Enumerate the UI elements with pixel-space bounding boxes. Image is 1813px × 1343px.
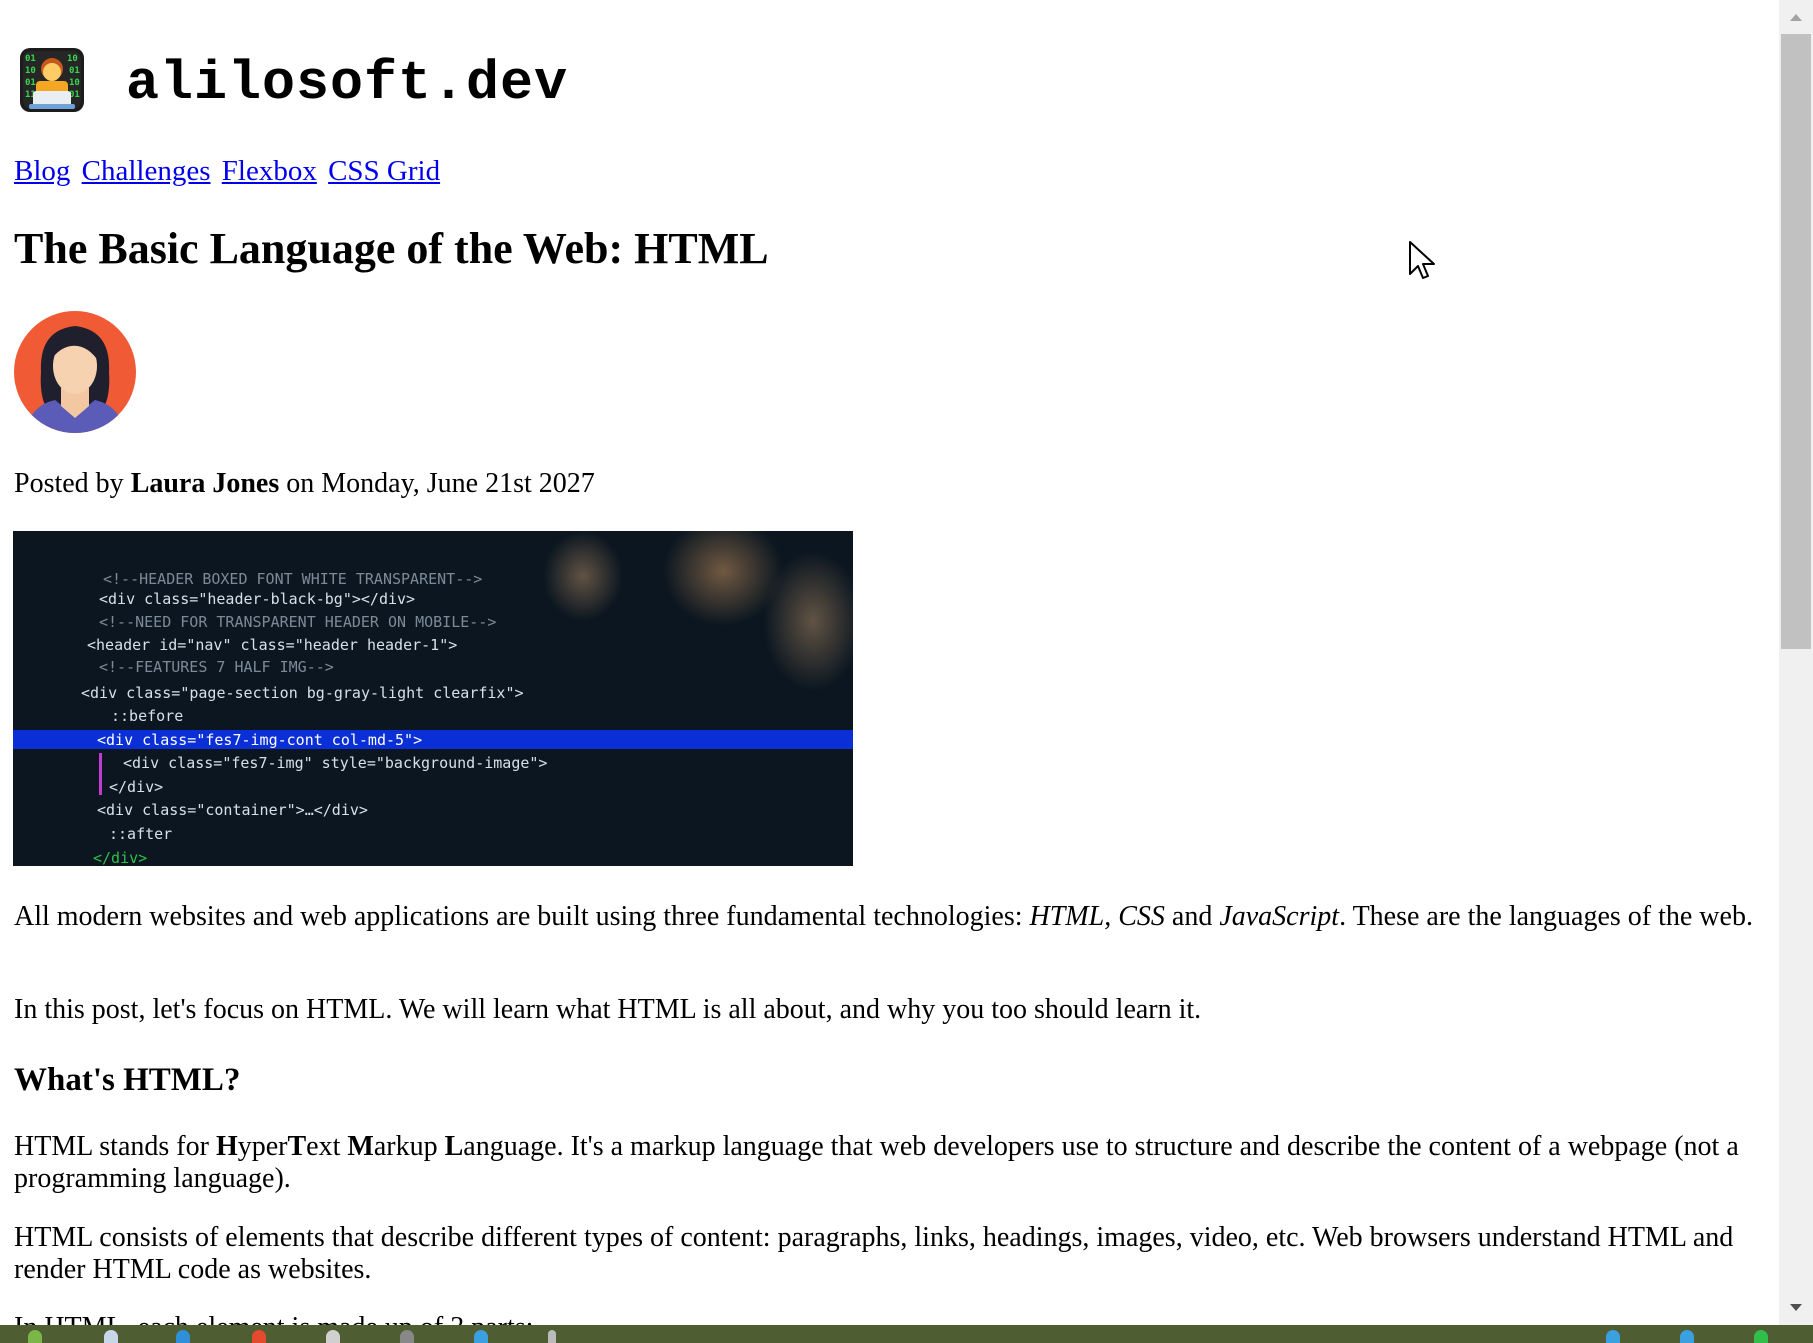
author-name: Laura Jones <box>130 468 280 499</box>
post-title: The Basic Language of the Web: HTML <box>14 224 769 273</box>
mouse-pointer-icon <box>1409 241 1435 279</box>
code-line-3: <!--NEED FOR TRANSPARENT HEADER ON MOBIL… <box>99 613 496 631</box>
intro-text-b: . These are the languages of the web. <box>1339 901 1753 932</box>
word-anguage: anguage <box>463 1131 557 1162</box>
nav-link-blog[interactable]: Blog <box>14 155 70 187</box>
nav-link-flexbox[interactable]: Flexbox <box>222 155 317 187</box>
code-line-13: </div> <box>93 849 147 866</box>
scroll-down-arrow-icon[interactable] <box>1779 1293 1813 1323</box>
woman-avatar-icon <box>14 311 136 433</box>
parts-paragraph: In HTML, each element is made up of 3 pa… <box>14 1312 1769 1325</box>
svg-text:01: 01 <box>69 66 80 76</box>
taskbar-app-icon[interactable] <box>176 1330 190 1343</box>
word-arkup: arkup <box>373 1131 445 1162</box>
svg-text:10: 10 <box>67 54 78 64</box>
taskbar <box>0 1325 1813 1343</box>
intro-paragraph: All modern websites and web applications… <box>14 901 1769 933</box>
code-line-6: <div class="page-section bg-gray-light c… <box>81 684 524 702</box>
taskbar-tray-icon[interactable] <box>1606 1330 1620 1343</box>
scrollbar-thumb[interactable] <box>1781 34 1811 649</box>
taskbar-app-icon[interactable] <box>548 1330 556 1343</box>
taskbar-app-icon[interactable] <box>104 1330 118 1343</box>
code-line-7: ::before <box>111 707 183 725</box>
code-line-5: <!--FEATURES 7 HALF IMG--> <box>99 658 334 676</box>
letter-t: T <box>287 1131 307 1162</box>
post-date: on Monday, June 21st 2027 <box>279 468 595 499</box>
code-line-2: <div class="header-black-bg"></div> <box>99 590 415 608</box>
vertical-scrollbar[interactable] <box>1779 0 1813 1325</box>
post-byline: Posted by Laura Jones on Monday, June 21… <box>14 466 595 502</box>
code-line-8: <div class="fes7-img-cont col-md-5"> <box>97 731 422 749</box>
intro-html-css: HTML, CSS <box>1029 901 1165 932</box>
letter-m: M <box>347 1131 374 1162</box>
intro-text-a: All modern websites and web applications… <box>14 901 1030 932</box>
code-line-12: ::after <box>109 825 172 843</box>
taskbar-tray-icon[interactable] <box>1680 1330 1694 1343</box>
word-yper: yper <box>237 1131 288 1162</box>
letter-h: H <box>215 1131 238 1162</box>
word-ext: ext <box>306 1131 348 1162</box>
taskbar-app-icon[interactable] <box>474 1330 488 1343</box>
site-title[interactable]: alilosoft.dev <box>126 52 568 116</box>
svg-text:01: 01 <box>25 54 36 64</box>
letter-l: L <box>444 1131 464 1162</box>
nav-link-challenges[interactable]: Challenges <box>82 155 211 187</box>
byline-prefix: Posted by <box>14 468 131 499</box>
svg-text:10: 10 <box>25 66 36 76</box>
definition-text-a: HTML stands for <box>14 1131 216 1162</box>
code-line-11: <div class="container">…</div> <box>97 801 368 819</box>
developer-laptop-emoji-icon: 01 10 10 01 01 10 11 01 <box>20 48 84 112</box>
focus-paragraph: In this post, let's focus on HTML. We wi… <box>14 994 1202 1025</box>
intro-and: and <box>1164 901 1220 932</box>
code-line-10: </div> <box>109 778 163 796</box>
intro-javascript: JavaScript <box>1219 901 1340 932</box>
svg-text:01: 01 <box>25 78 36 88</box>
browser-viewport: 01 10 10 01 01 10 11 01 alilosoft.dev Blog C… <box>0 0 1779 1325</box>
svg-text:10: 10 <box>69 78 80 88</box>
taskbar-app-icon[interactable] <box>252 1330 266 1343</box>
elements-paragraph: HTML consists of elements that describe … <box>14 1222 1734 1285</box>
code-line-1: <!--HEADER BOXED FONT WHITE TRANSPARENT-… <box>103 570 482 588</box>
taskbar-app-icon[interactable] <box>400 1330 414 1343</box>
main-nav: Blog Challenges Flexbox CSS Grid <box>14 152 444 190</box>
taskbar-app-icon[interactable] <box>326 1330 340 1343</box>
section-heading: What's HTML? <box>14 1062 241 1098</box>
html-definition-paragraph: HTML stands for HyperText Markup Languag… <box>14 1131 1769 1195</box>
taskbar-tray-icon[interactable] <box>1754 1330 1768 1343</box>
taskbar-app-icon[interactable] <box>28 1330 42 1343</box>
post-cover-image: <!--HEADER BOXED FONT WHITE TRANSPARENT-… <box>13 531 853 866</box>
code-line-4: <header id="nav" class="header header-1"… <box>87 636 457 654</box>
code-line-9: <div class="fes7-img" style="background-… <box>123 754 547 772</box>
nav-link-css-grid[interactable]: CSS Grid <box>328 155 440 187</box>
scroll-up-arrow-icon[interactable] <box>1779 2 1813 32</box>
